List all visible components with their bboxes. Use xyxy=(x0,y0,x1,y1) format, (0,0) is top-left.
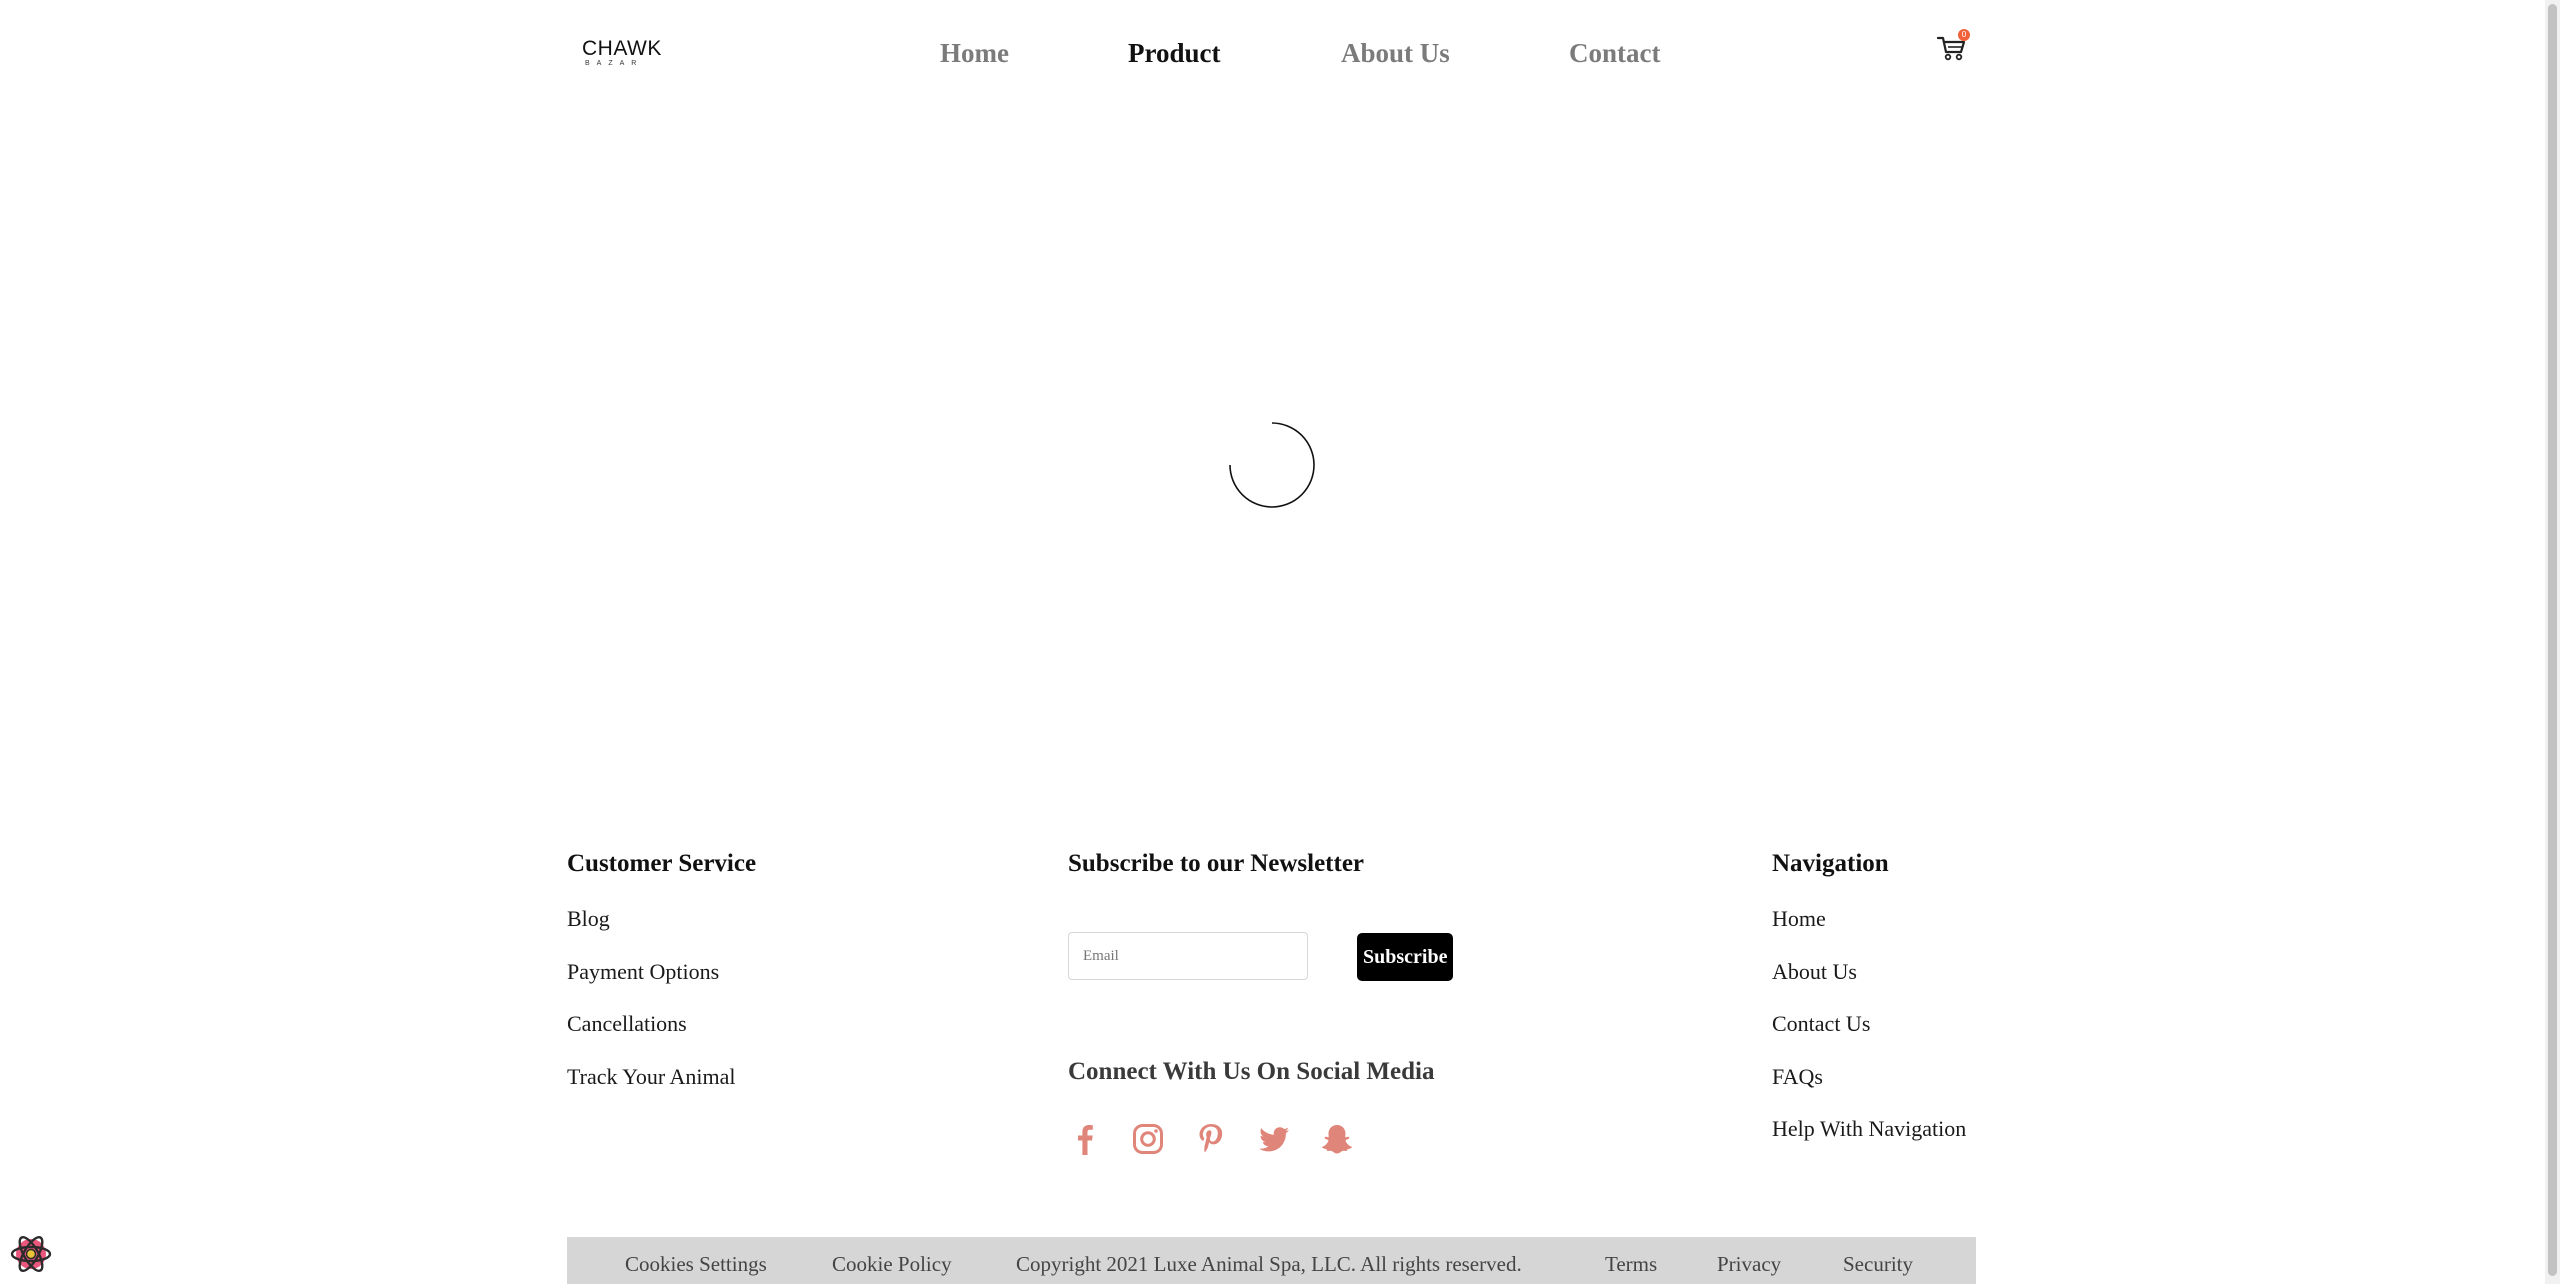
footer-nav-help-with-navigation[interactable]: Help With Navigation xyxy=(1772,1115,1966,1143)
facebook-icon[interactable] xyxy=(1068,1122,1102,1156)
newsletter-title: Subscribe to our Newsletter xyxy=(1068,850,1365,877)
copyright-text: Copyright 2021 Luxe Animal Spa, LLC. All… xyxy=(1016,1252,1522,1276)
footer-link-blog[interactable]: Blog xyxy=(567,905,610,933)
chawk-bazar-logo[interactable]: CHAWK BAZAR xyxy=(582,38,664,68)
security-link[interactable]: Security xyxy=(1843,1251,1913,1277)
subscribe-button[interactable]: Subscribe xyxy=(1357,933,1453,981)
footer-bottom-bar: Cookies Settings Cookie Policy Copyright… xyxy=(567,1237,1976,1284)
cart-count-badge: 0 xyxy=(1958,29,1970,41)
footer-nav-home[interactable]: Home xyxy=(1772,905,1826,933)
nav-contact[interactable]: Contact xyxy=(1569,36,1660,70)
snapchat-icon[interactable] xyxy=(1320,1122,1354,1156)
nav-product[interactable]: Product xyxy=(1128,36,1221,70)
vertical-scrollbar[interactable] xyxy=(2545,0,2560,1284)
nav-home[interactable]: Home xyxy=(940,36,1009,70)
cookie-policy-link[interactable]: Cookie Policy xyxy=(832,1251,952,1277)
cookies-settings-link[interactable]: Cookies Settings xyxy=(625,1251,767,1277)
footer-nav-contact-us[interactable]: Contact Us xyxy=(1772,1010,1870,1038)
footer-nav-faqs[interactable]: FAQs xyxy=(1772,1063,1823,1091)
cart-button[interactable]: 0 xyxy=(1936,29,1970,64)
nav-about-us[interactable]: About Us xyxy=(1341,36,1450,70)
logo-main-text: CHAWK xyxy=(582,37,662,60)
logo-sub-text: BAZAR xyxy=(585,60,644,67)
twitter-icon[interactable] xyxy=(1257,1122,1291,1156)
footer-link-cancellations[interactable]: Cancellations xyxy=(567,1010,687,1038)
footer-link-track-your-animal[interactable]: Track Your Animal xyxy=(567,1063,736,1091)
social-media-title: Connect With Us On Social Media xyxy=(1068,1058,1435,1085)
terms-link[interactable]: Terms xyxy=(1605,1251,1657,1277)
react-devtools-icon[interactable] xyxy=(10,1233,52,1275)
footer-nav-about-us[interactable]: About Us xyxy=(1772,958,1857,986)
customer-service-title: Customer Service xyxy=(567,850,757,877)
scrollbar-thumb[interactable] xyxy=(2548,4,2557,1276)
newsletter-email-input[interactable] xyxy=(1068,932,1308,980)
loading-spinner-icon xyxy=(1229,422,1315,508)
privacy-link[interactable]: Privacy xyxy=(1717,1251,1781,1277)
navigation-title: Navigation xyxy=(1772,850,1889,877)
instagram-icon[interactable] xyxy=(1131,1122,1165,1156)
site-header: CHAWK BAZAR Home Product About Us Contac… xyxy=(0,0,2545,110)
pinterest-icon[interactable] xyxy=(1194,1122,1228,1156)
footer-link-payment-options[interactable]: Payment Options xyxy=(567,958,719,986)
